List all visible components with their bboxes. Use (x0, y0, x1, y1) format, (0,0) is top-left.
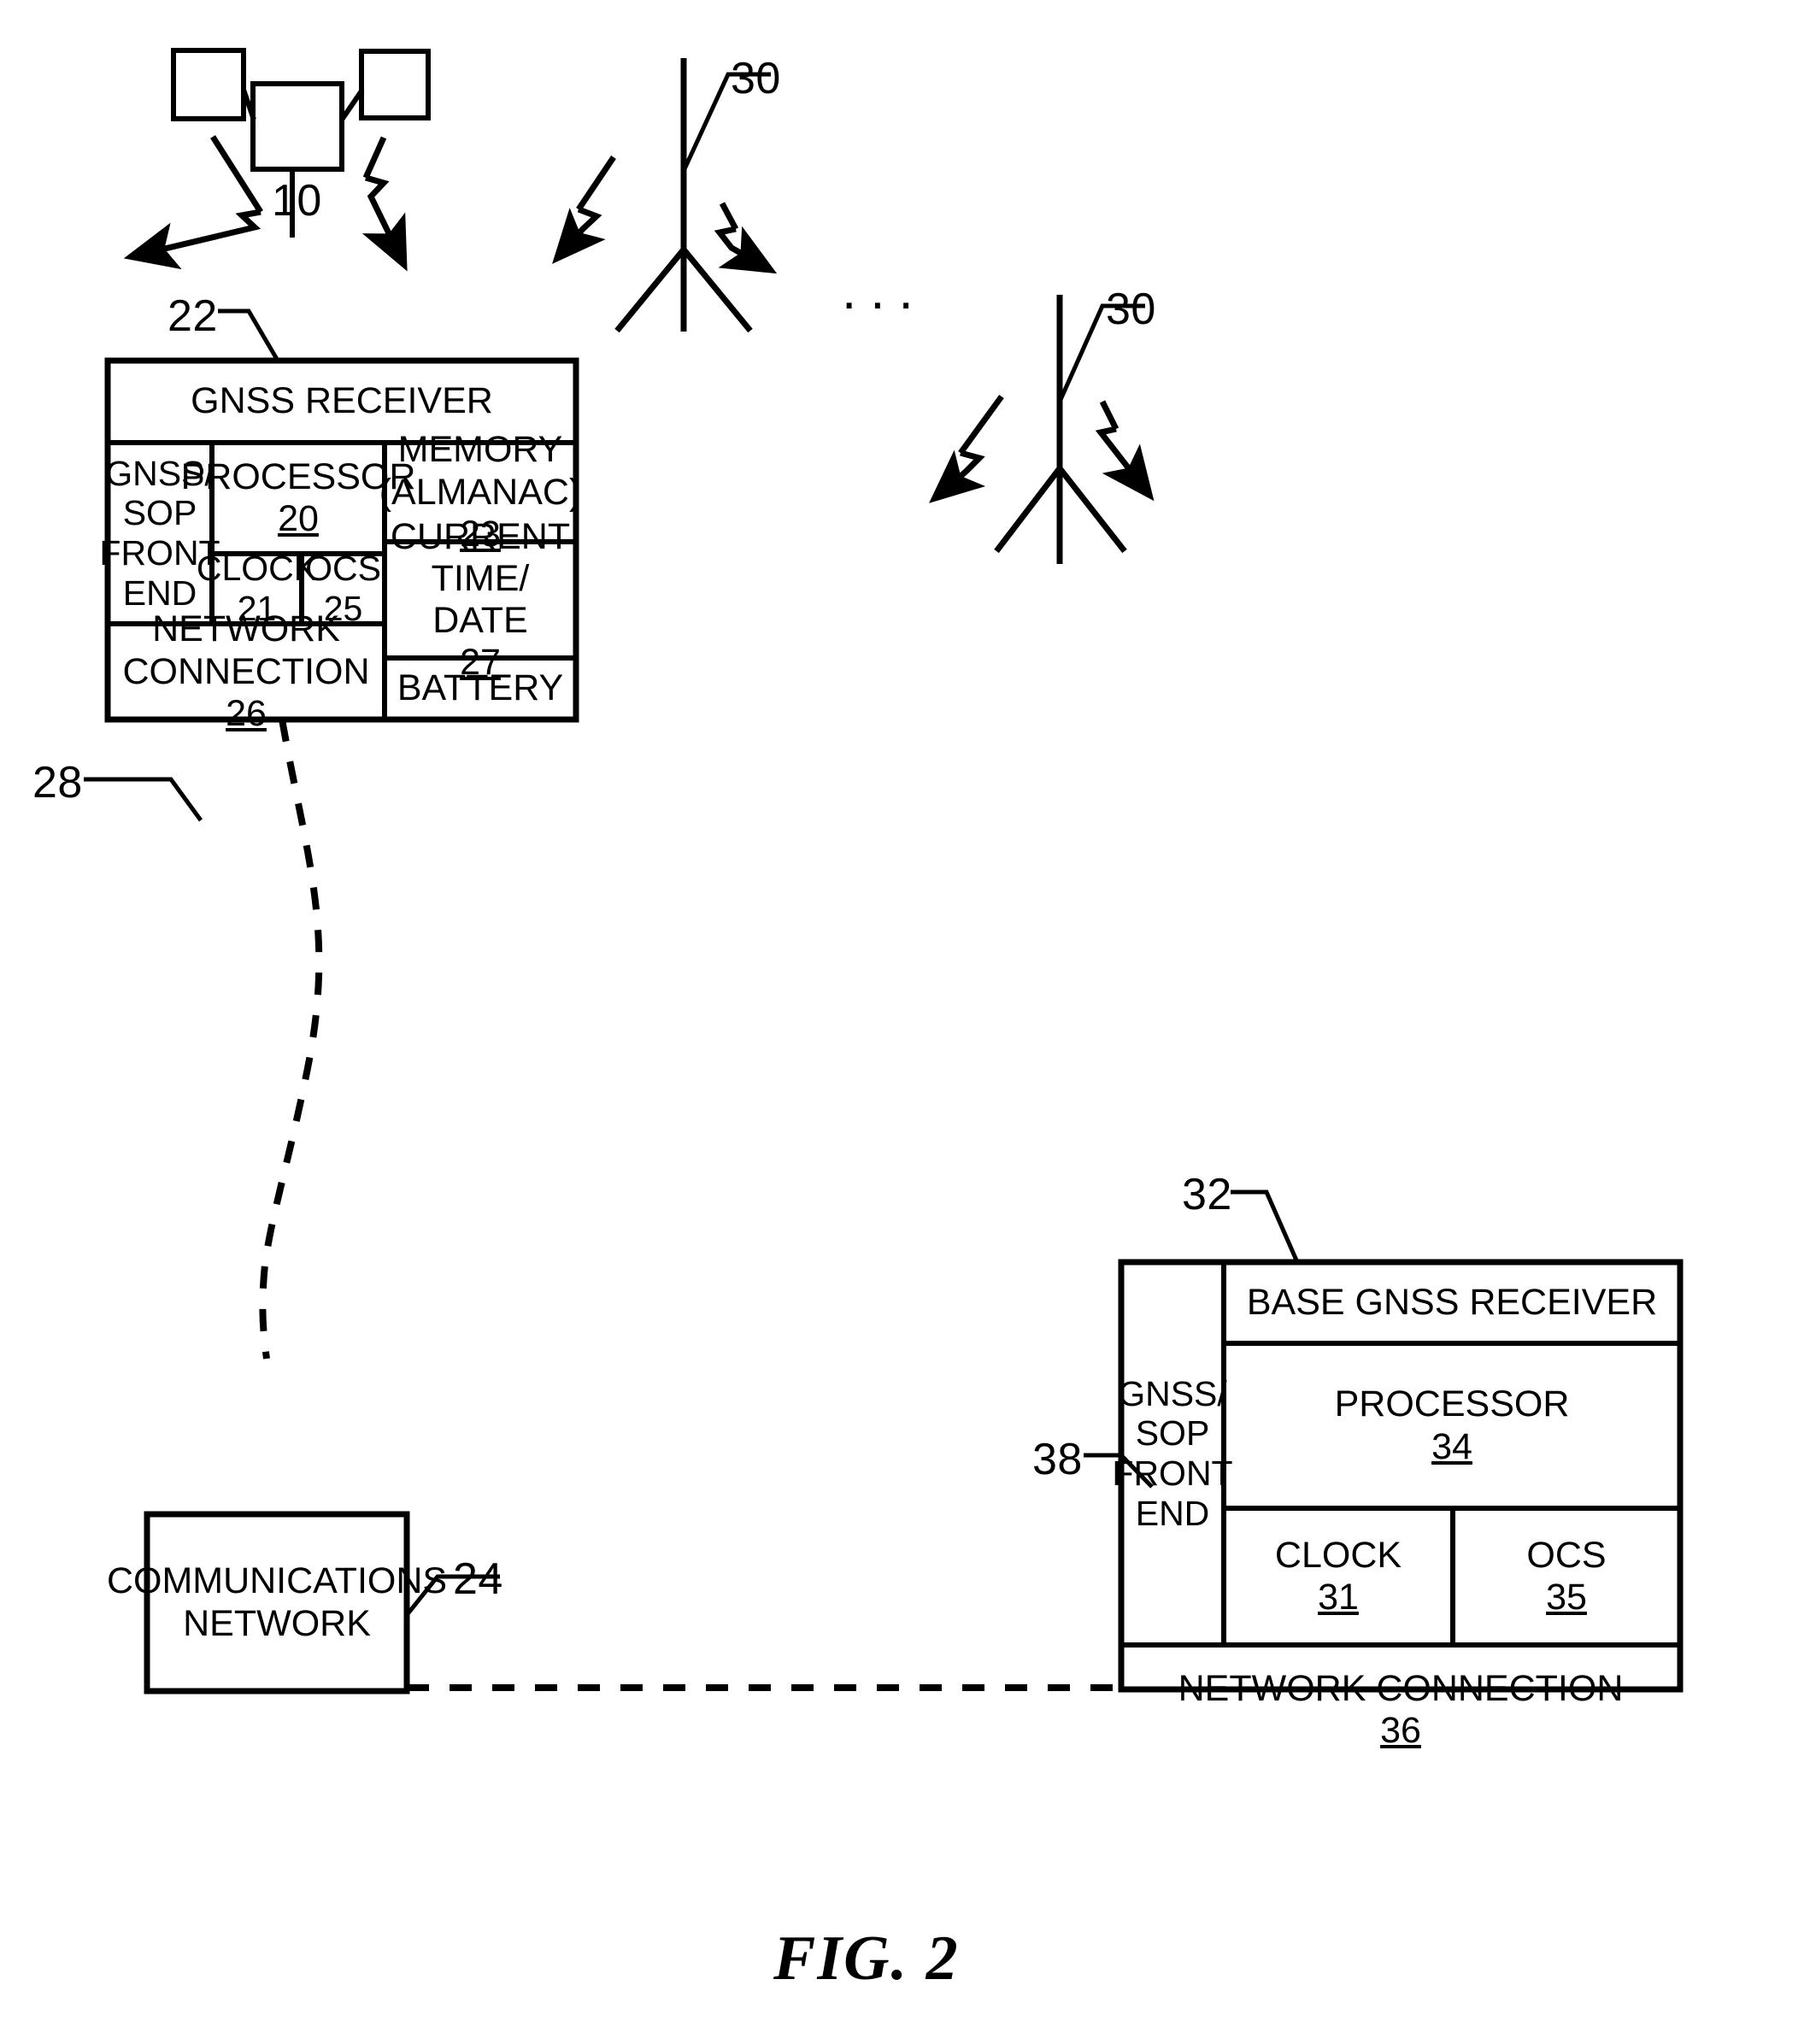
processor-num: 20 (278, 498, 319, 539)
base-processor-label: PROCESSOR (1334, 1383, 1570, 1425)
gnss-receiver-processor-cell: PROCESSOR 20 (181, 443, 416, 554)
base-ocs-label: OCS (1526, 1534, 1607, 1576)
signal-arrow-tower1-left (552, 156, 616, 264)
signal-arrow-rover-left (123, 135, 263, 270)
ref-num-30-tower2: 30 (1106, 285, 1156, 334)
base-receiver-ocs-cell: OCS 35 (1453, 1508, 1680, 1645)
base-receiver-clock-cell: CLOCK 31 (1224, 1508, 1453, 1645)
ocs-label: OCS (305, 549, 381, 589)
leader-22 (218, 308, 280, 362)
ellipsis-indicator: ... (842, 261, 927, 320)
base-network-connection-num: 36 (1380, 1710, 1421, 1751)
gnss-receiver-battery-cell: BATTERY (397, 667, 564, 709)
leader-32 (1231, 1189, 1300, 1264)
base-receiver-front-end-label: GNSS/ SOP FRONT END (1112, 1373, 1233, 1533)
base-receiver-network-connection-cell: NETWORK CONNECTION 36 (1121, 1645, 1680, 1775)
signal-arrow-rover-right (361, 136, 408, 272)
base-receiver-processor-cell: PROCESSOR 34 (1224, 1343, 1680, 1508)
base-ocs-num: 35 (1546, 1577, 1587, 1618)
patent-figure-page: 10 30 30 ... 22 28 24 32 38 GNSS RECEIVE… (0, 0, 1810, 2044)
signal-arrow-tower2-left (929, 394, 1004, 503)
network-connection-label: NETWORK CONNECTION (122, 608, 370, 692)
ref-num-28: 28 (32, 758, 83, 808)
ref-num-22: 22 (167, 291, 218, 341)
base-network-connection-label: NETWORK CONNECTION (1178, 1667, 1624, 1709)
figure-caption: FIG. 2 (773, 1924, 960, 1994)
leader-28 (84, 777, 203, 822)
base-clock-label: CLOCK (1274, 1534, 1402, 1576)
clock-label: CLOCK (196, 549, 318, 589)
ref-num-30-tower1: 30 (731, 54, 781, 103)
ref-num-32: 32 (1182, 1170, 1232, 1219)
connection-curve-receiver-network (259, 719, 323, 1360)
comm-network-label: COMMUNICATIONS NETWORK (106, 1560, 448, 1644)
base-clock-num: 31 (1318, 1577, 1359, 1618)
ref-num-10: 10 (272, 176, 322, 226)
gnss-receiver-current-time-cell: CURRENT TIME/ DATE 27 (385, 516, 576, 683)
ref-num-24: 24 (453, 1554, 503, 1604)
gnss-receiver-network-connection-cell: NETWORK CONNECTION 26 (108, 608, 385, 733)
signal-arrow-tower1-right (714, 202, 778, 274)
current-time-label: CURRENT TIME/ DATE (390, 515, 571, 641)
ref-num-38: 38 (1032, 1435, 1083, 1484)
network-connection-num: 26 (226, 692, 267, 734)
base-processor-num: 34 (1431, 1425, 1472, 1467)
signal-arrow-tower2-right (1095, 400, 1155, 502)
memory-label: MEMORY (ALMANAC) (379, 429, 582, 513)
base-receiver-title: BASE GNSS RECEIVER (1246, 1281, 1658, 1323)
